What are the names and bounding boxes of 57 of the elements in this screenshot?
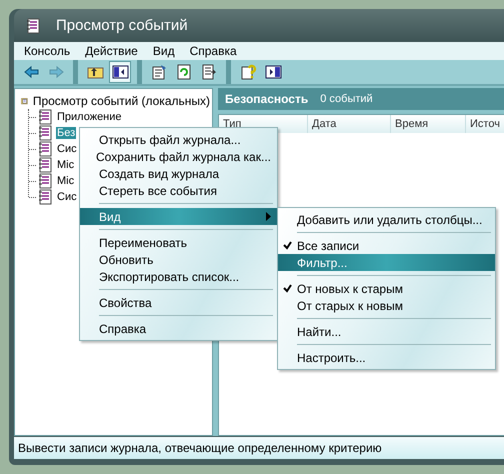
tree-item[interactable]: Mic bbox=[56, 159, 76, 171]
pane-toggle-icon bbox=[112, 64, 128, 80]
log-icon bbox=[38, 141, 54, 157]
log-icon bbox=[38, 189, 54, 205]
menu-item[interactable]: Экспортировать список... bbox=[80, 268, 277, 285]
document-icon bbox=[150, 64, 168, 80]
submenu-arrow-icon bbox=[266, 212, 271, 221]
column-header[interactable]: Время bbox=[391, 115, 466, 133]
menu-item[interactable]: Создать вид журнала bbox=[80, 165, 277, 182]
column-header[interactable]: Источ bbox=[466, 115, 504, 133]
menu-item[interactable]: Консоль bbox=[18, 44, 80, 58]
tree-item[interactable]: Приложение bbox=[56, 111, 123, 123]
menu-item[interactable]: Обновить bbox=[80, 251, 277, 268]
menu-item[interactable]: Фильтр... bbox=[278, 254, 495, 271]
export-icon bbox=[200, 64, 218, 80]
menu-item[interactable]: От старых к новым bbox=[278, 297, 495, 314]
forward-arrow-icon bbox=[48, 64, 64, 80]
menu-item[interactable]: Справка bbox=[80, 320, 277, 337]
menu-item[interactable]: Открыть файл журнала... bbox=[80, 131, 277, 148]
tree-item[interactable]: Сис bbox=[56, 143, 78, 155]
check-icon bbox=[283, 241, 292, 250]
log-icon bbox=[38, 109, 54, 125]
menu-item[interactable]: Сохранить файл журнала как... bbox=[80, 148, 277, 165]
menu-item[interactable]: Добавить или удалить столбцы... bbox=[278, 211, 495, 228]
tree-item[interactable]: Просмотр событий (локальных) bbox=[30, 94, 212, 108]
menu-item[interactable]: Действие bbox=[79, 44, 147, 58]
window-title: Просмотр событий bbox=[56, 17, 188, 34]
status-bar: Вывести записи журнала, отвечающие определенному критерию bbox=[14, 437, 504, 459]
app-icon bbox=[26, 18, 42, 34]
menu-item[interactable]: Найти... bbox=[278, 323, 495, 340]
menu-item[interactable]: Свойства bbox=[80, 294, 277, 311]
menu-item[interactable]: Все записи bbox=[278, 237, 495, 254]
help-icon bbox=[240, 64, 256, 80]
tree-item[interactable]: Без bbox=[56, 127, 76, 139]
menu-item[interactable]: Стереть все события bbox=[80, 182, 277, 199]
menu-item[interactable]: Вид bbox=[146, 44, 184, 58]
toolbar-separator bbox=[137, 60, 142, 84]
log-icon bbox=[38, 173, 54, 189]
menu-item[interactable]: От новых к старым bbox=[278, 280, 495, 297]
column-header[interactable]: Дата bbox=[308, 115, 391, 133]
tree-item[interactable]: Сис bbox=[56, 191, 78, 203]
toolbar-separator bbox=[226, 60, 231, 84]
event-count: 0 событий bbox=[320, 93, 373, 105]
toolbar-separator bbox=[73, 60, 78, 84]
log-icon bbox=[38, 125, 54, 141]
menu-item[interactable]: Вид bbox=[80, 208, 277, 225]
panel-icon bbox=[264, 64, 282, 80]
toolbar-button[interactable] bbox=[109, 61, 131, 83]
pane-title: Безопасность bbox=[225, 92, 308, 106]
menu-item[interactable]: Справка bbox=[184, 44, 246, 58]
menu-item[interactable]: Настроить... bbox=[278, 349, 495, 366]
check-icon bbox=[283, 284, 292, 293]
tree-item[interactable]: Mic bbox=[56, 175, 76, 187]
menu-item[interactable]: Переименовать bbox=[80, 234, 277, 251]
refresh-icon bbox=[176, 64, 192, 80]
log-icon bbox=[38, 157, 54, 173]
back-arrow-icon bbox=[22, 64, 40, 80]
